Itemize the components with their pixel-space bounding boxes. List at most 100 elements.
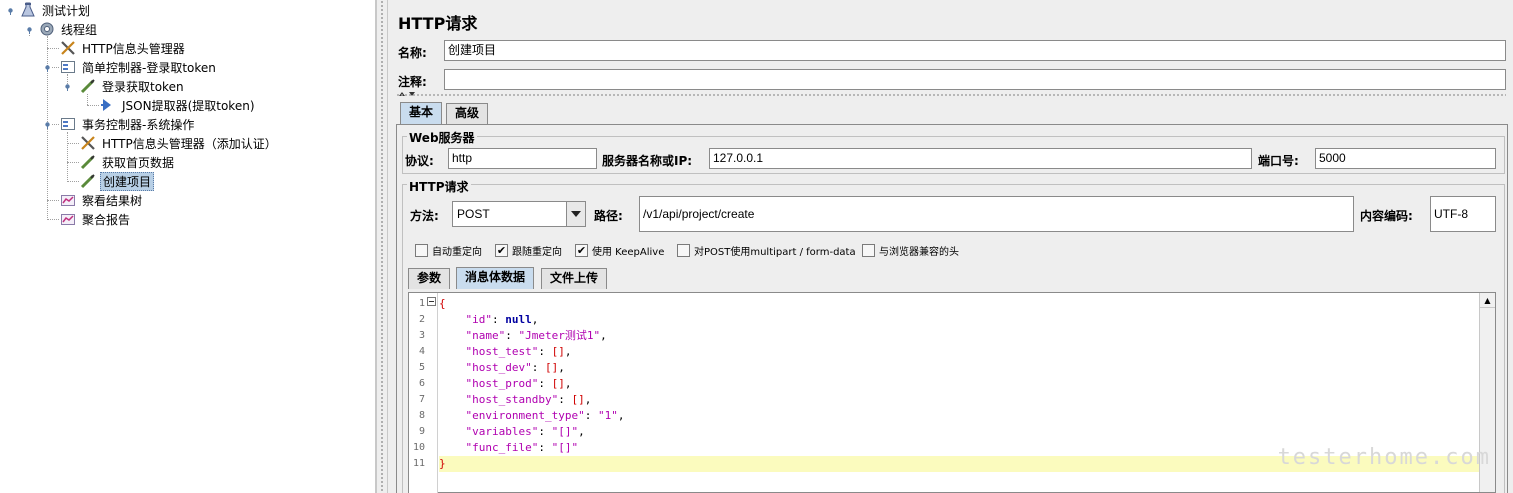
scroll-up-icon[interactable]: ▲ — [1480, 293, 1495, 308]
checkbox-box[interactable] — [862, 244, 875, 257]
code-token: [] — [551, 377, 565, 390]
code-line: { — [439, 296, 1479, 312]
line-number-gutter: 1 2 3 4 5 6 7 8 9 10 11 — [409, 293, 438, 493]
protocol-field[interactable]: http — [448, 148, 597, 169]
code-token: "func_file" — [465, 441, 539, 454]
extractor-arrow-icon — [100, 97, 116, 113]
expand-toggle-icon[interactable] — [25, 25, 34, 34]
checkbox-box[interactable] — [415, 244, 428, 257]
tab-basic[interactable]: 基本 — [400, 102, 443, 124]
checkbox-browser-headers[interactable]: 与浏览器兼容的头 — [862, 243, 959, 258]
code-line: "variables": "[]", — [439, 424, 1479, 440]
tree-item-http-header-manager-auth[interactable]: HTTP信息头管理器（添加认证） — [80, 134, 279, 152]
tab-body-data[interactable]: 消息体数据 — [456, 267, 535, 289]
tree-connector — [52, 124, 59, 125]
comment-label: 注释: — [398, 75, 427, 89]
name-label: 名称: — [398, 46, 427, 60]
code-token: "host_dev" — [465, 361, 532, 374]
expand-toggle-icon[interactable] — [63, 82, 72, 91]
tree-item-label: 事务控制器-系统操作 — [82, 117, 195, 132]
port-field[interactable]: 5000 — [1315, 148, 1496, 169]
expand-toggle-icon[interactable] — [6, 6, 15, 15]
code-token: [] — [551, 345, 565, 358]
checkmark-icon[interactable]: ✔ — [575, 244, 588, 257]
tree-item-test-plan[interactable]: 测试计划 — [20, 1, 92, 19]
tree-item-label: 聚合报告 — [82, 212, 131, 227]
code-token: : — [538, 441, 552, 454]
tree-item-create-project[interactable]: 创建项目 — [80, 171, 155, 191]
checkbox-keepalive[interactable]: ✔ 使用 KeepAlive — [575, 243, 664, 258]
line-number: 6 — [418, 378, 425, 389]
tab-file-upload[interactable]: 文件上传 — [541, 268, 608, 289]
page-title: HTTP请求 — [398, 14, 478, 33]
tree-connector — [47, 200, 59, 201]
tree-item-home-data-sampler[interactable]: 获取首页数据 — [80, 153, 176, 171]
code-token: , — [617, 409, 625, 422]
tree-connector — [52, 67, 59, 68]
path-field[interactable]: /v1/api/project/create — [639, 196, 1354, 232]
expand-toggle-icon[interactable] — [43, 120, 52, 129]
code-token: "name" — [465, 329, 506, 342]
chevron-down-icon[interactable] — [566, 202, 585, 226]
code-token: null — [505, 313, 532, 326]
tab-advanced[interactable]: 高级 — [446, 103, 489, 124]
code-token: : — [492, 313, 506, 326]
tree-item-label: 察看结果树 — [82, 193, 143, 208]
checkbox-label: 与浏览器兼容的头 — [879, 247, 959, 258]
tree-connector — [67, 181, 79, 182]
sampler-pen-icon — [80, 173, 96, 189]
code-token: { — [439, 297, 446, 310]
fold-icon[interactable] — [427, 297, 436, 306]
gear-icon — [39, 21, 55, 37]
checkmark-icon[interactable]: ✔ — [495, 244, 508, 257]
line-number: 7 — [418, 394, 425, 405]
test-plan-icon — [20, 2, 36, 18]
line-number: 3 — [418, 330, 425, 341]
comment-field[interactable] — [444, 69, 1506, 90]
code-token: , — [564, 345, 572, 358]
checkbox-multipart[interactable]: 对POST使用multipart / form-data — [677, 243, 856, 258]
tree-item-aggregate-report[interactable]: 聚合报告 — [60, 210, 132, 228]
tree-item-transaction-controller[interactable]: 事务控制器-系统操作 — [60, 115, 196, 133]
tree-item-label: 线程组 — [61, 22, 98, 37]
code-token: "host_test" — [465, 345, 539, 358]
pane-splitter[interactable] — [376, 0, 388, 493]
tab-parameters[interactable]: 参数 — [408, 268, 451, 289]
tree-item-label: JSON提取器(提取token) — [122, 98, 255, 113]
checkbox-box[interactable] — [677, 244, 690, 257]
tree-item-label: 获取首页数据 — [102, 155, 175, 170]
checkbox-follow-redirect[interactable]: ✔ 跟随重定向 — [495, 243, 562, 258]
tree-item-login-sampler[interactable]: 登录获取token — [80, 77, 186, 95]
checkbox-auto-redirect[interactable]: 自动重定向 — [415, 243, 482, 258]
tree-item-view-results-tree[interactable]: 察看结果树 — [60, 191, 144, 209]
name-field[interactable]: 创建项目 — [444, 40, 1506, 61]
controller-icon — [60, 116, 76, 132]
checkbox-label: 使用 KeepAlive — [592, 247, 665, 258]
expand-toggle-icon[interactable] — [43, 63, 52, 72]
code-line: "environment_type": "1", — [439, 408, 1479, 424]
code-line: "id": null, — [439, 312, 1479, 328]
watermark: testerhome.com — [1277, 445, 1491, 470]
method-select[interactable]: POST — [452, 201, 586, 227]
tree-item-thread-group[interactable]: 线程组 — [39, 20, 99, 38]
code-token: , — [584, 393, 592, 406]
line-number: 8 — [418, 410, 425, 421]
code-token: [] — [544, 361, 559, 374]
tree-item-json-extractor[interactable]: JSON提取器(提取token) — [100, 96, 257, 114]
wrench-icon — [60, 40, 76, 56]
tree-item-simple-controller[interactable]: 简单控制器-登录取token — [60, 58, 218, 76]
tree-item-label: 简单控制器-登录取token — [82, 60, 216, 75]
code-token: [] — [571, 393, 585, 406]
encoding-field[interactable]: UTF-8 — [1430, 196, 1496, 232]
tree-connector — [47, 219, 59, 220]
method-label: 方法: — [410, 209, 439, 223]
server-field[interactable]: 127.0.0.1 — [709, 148, 1252, 169]
http-request-panel: HTTP请求 名称: 创建项目 注释: 基本 高级 Web服务器 协议: htt… — [388, 0, 1513, 493]
controller-icon — [60, 59, 76, 75]
tree-item-http-header-manager[interactable]: HTTP信息头管理器 — [60, 39, 187, 57]
code-token: "host_standby" — [465, 393, 559, 406]
